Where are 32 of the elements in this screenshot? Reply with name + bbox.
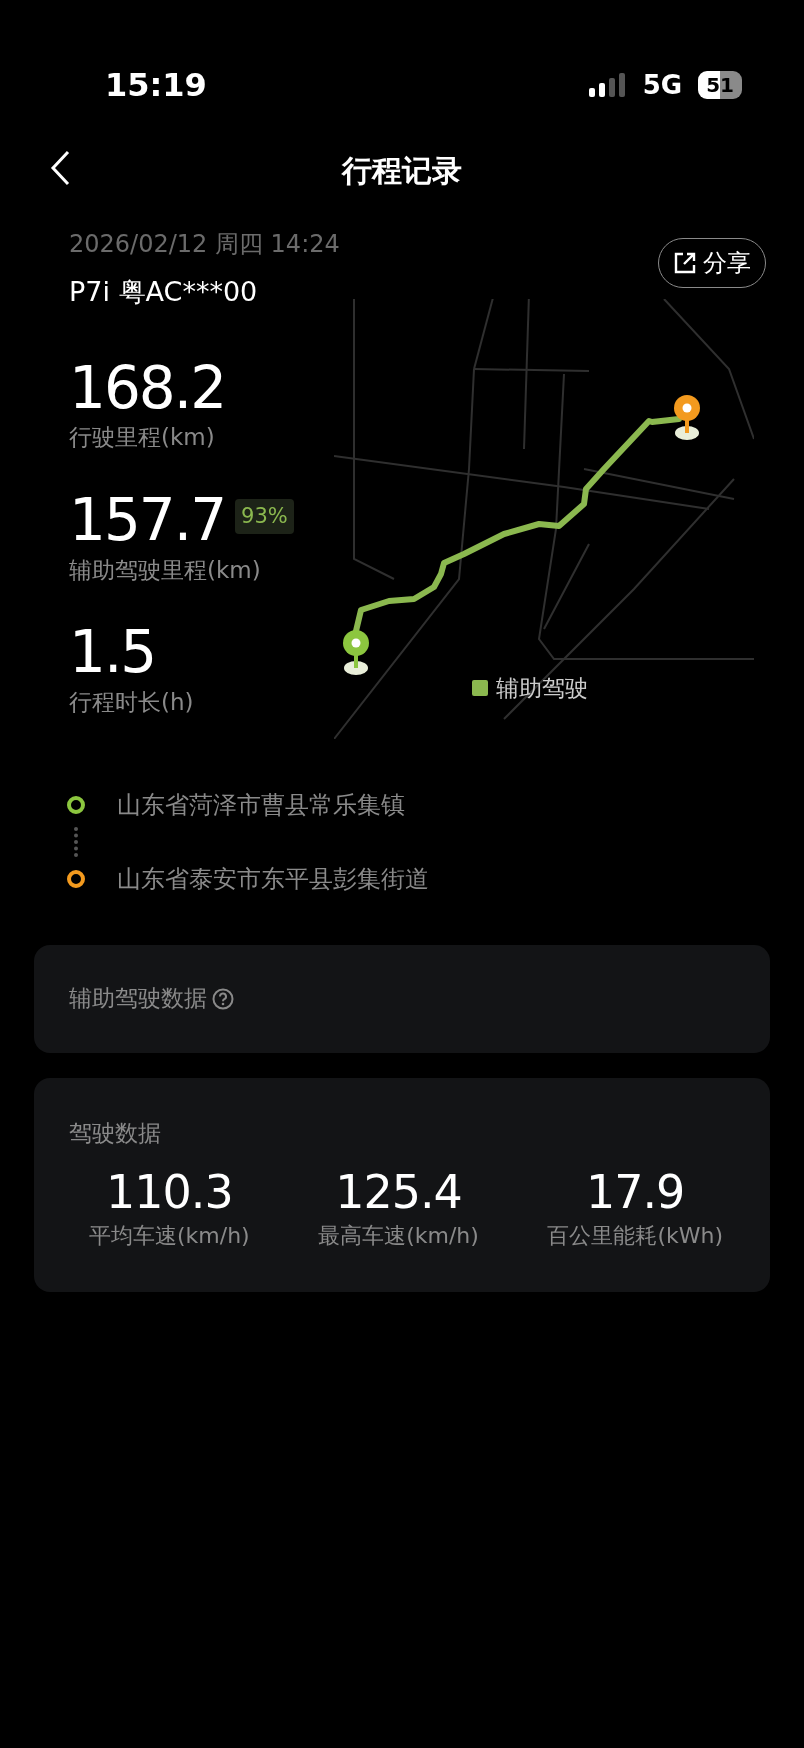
metric-label: 最高车速(km/h)	[318, 1221, 479, 1250]
stat-label: 辅助驾驶里程(km)	[69, 555, 262, 585]
location-name: 山东省泰安市东平县彭集街道	[117, 863, 429, 895]
stat-label: 行驶里程(km)	[69, 423, 216, 453]
stat-value: 1.5	[69, 621, 156, 685]
end-pin-icon	[674, 394, 700, 440]
metric-value: 125.4	[335, 1166, 462, 1219]
vehicle-name: P7i 粤AC***00	[69, 275, 259, 309]
trip-datetime: 2026/02/12 周四 14:24	[69, 229, 341, 260]
page-title: 行程记录	[342, 151, 462, 190]
stat-label: 行程时长(h)	[69, 687, 195, 717]
card-title: 辅助驾驶数据	[69, 984, 207, 1014]
network-label: 5G	[642, 68, 683, 102]
start-pin-icon	[343, 629, 369, 675]
stat-value: 168.2	[69, 356, 226, 421]
percentage-tag: 93%	[235, 498, 294, 535]
legend-label: 辅助驾驶	[496, 673, 588, 703]
location-name: 山东省菏泽市曹县常乐集镇	[117, 789, 405, 821]
share-icon	[673, 251, 697, 275]
dotted-connector	[74, 826, 78, 857]
battery-indicator: 51	[698, 71, 742, 99]
card-title: 驾驶数据	[69, 1118, 162, 1148]
status-time: 15:19	[105, 65, 207, 106]
metric-value: 17.9	[585, 1166, 685, 1219]
metric-label: 平均车速(km/h)	[89, 1221, 250, 1250]
signal-icon	[588, 73, 627, 97]
metric-value: 110.3	[106, 1166, 233, 1219]
help-icon[interactable]	[211, 986, 235, 1011]
stat-value: 157.7	[69, 488, 226, 553]
share-button[interactable]: 分享	[658, 238, 766, 288]
metric-label: 百公里能耗(kWh)	[547, 1221, 723, 1250]
assist-data-card[interactable]: 辅助驾驶数据	[34, 944, 770, 1053]
